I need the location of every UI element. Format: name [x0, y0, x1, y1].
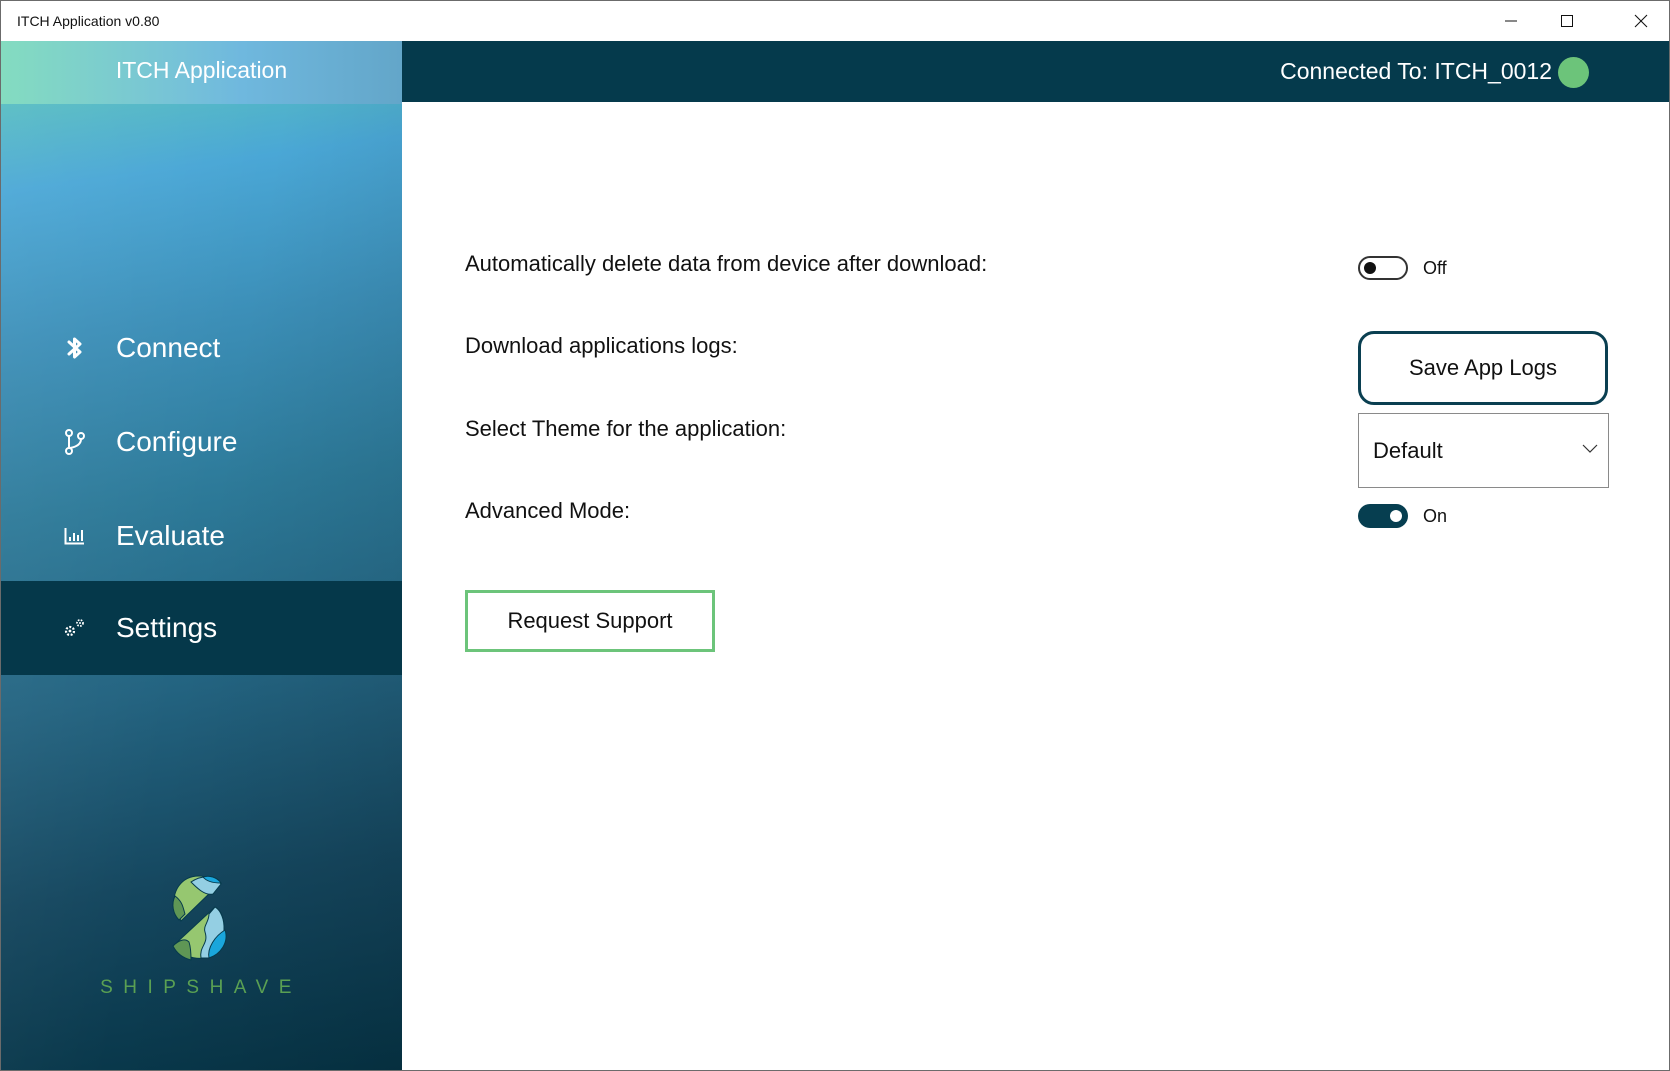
auto-delete-label: Automatically delete data from device af…: [465, 251, 988, 276]
shipshave-logo-icon: [172, 875, 227, 961]
theme-select[interactable]: Default: [1358, 413, 1609, 488]
minimize-button[interactable]: [1483, 1, 1539, 41]
download-logs-label: Download applications logs:: [465, 333, 738, 358]
toggle-knob: [1364, 262, 1376, 274]
maximize-button[interactable]: [1539, 1, 1595, 41]
auto-delete-toggle[interactable]: [1358, 256, 1408, 280]
branch-icon: [63, 429, 87, 455]
sidebar-item-connect[interactable]: Connect: [1, 301, 402, 395]
sidebar-brand: ITCH Application: [1, 41, 402, 104]
gears-icon: [63, 616, 87, 640]
bar-chart-icon: [63, 524, 87, 548]
sidebar-item-settings[interactable]: Settings: [1, 581, 402, 675]
close-button[interactable]: [1613, 1, 1669, 41]
app-window: ITCH Application v0.80 ITCH Application …: [0, 0, 1670, 1071]
save-app-logs-button[interactable]: Save App Logs: [1358, 331, 1608, 405]
theme-label: Select Theme for the application:: [465, 416, 787, 441]
advanced-mode-state: On: [1423, 506, 1448, 526]
bluetooth-icon: [63, 336, 87, 360]
maximize-icon: [1561, 15, 1573, 27]
sidebar-item-label: Evaluate: [116, 520, 225, 551]
top-header: Connected To: ITCH_0012: [402, 41, 1669, 102]
sidebar-item-label: Settings: [116, 612, 218, 643]
connection-status-indicator: [1558, 57, 1589, 88]
sidebar-item-configure[interactable]: Configure: [1, 395, 402, 489]
close-icon: [1634, 14, 1648, 28]
sidebar-brand-title: ITCH Application: [115, 57, 288, 83]
request-support-button[interactable]: Request Support: [465, 590, 715, 652]
auto-delete-state: Off: [1423, 258, 1447, 278]
sidebar-item-label: Configure: [116, 426, 238, 457]
toggle-knob: [1390, 510, 1402, 522]
sidebar-item-evaluate[interactable]: Evaluate: [1, 489, 402, 583]
logo-wordmark: SHIPSHAVE: [100, 977, 302, 998]
advanced-mode-toggle[interactable]: [1358, 504, 1408, 528]
chevron-down-icon: [1582, 444, 1598, 453]
advanced-mode-label: Advanced Mode:: [465, 498, 631, 523]
minimize-icon: [1505, 20, 1517, 22]
window-title: ITCH Application v0.80: [17, 13, 160, 29]
sidebar: ITCH Application Connect Configure Evalu…: [1, 41, 402, 1070]
title-bar: ITCH Application v0.80: [1, 1, 1669, 41]
sidebar-item-label: Connect: [116, 332, 221, 363]
theme-select-value: Default: [1373, 438, 1443, 463]
connection-status-text: Connected To: ITCH_0012: [1280, 58, 1552, 84]
